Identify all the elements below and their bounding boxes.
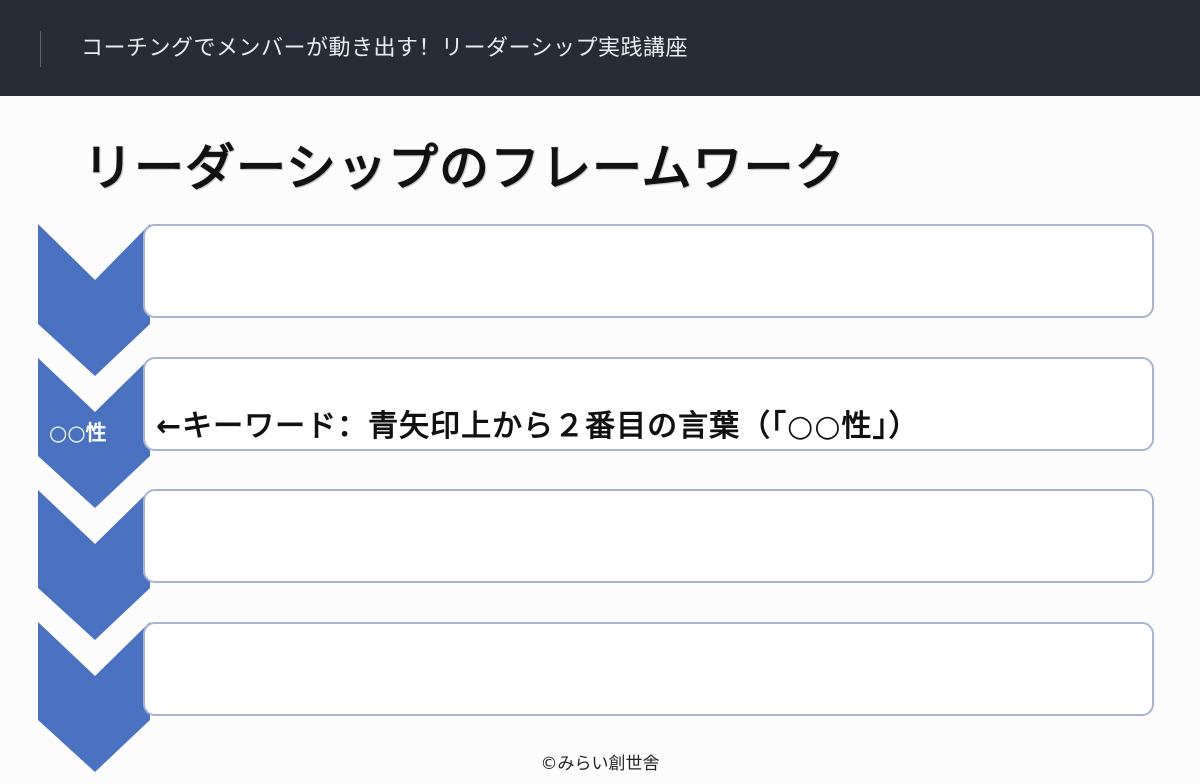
framework-box-4	[143, 622, 1154, 716]
framework-box-1	[143, 224, 1154, 318]
chevron-3	[38, 490, 150, 640]
keyword-note: ←キーワード：青矢印上から２番目の言葉（「○○性」）	[156, 409, 920, 444]
chevron-label: ○○性	[49, 421, 107, 445]
slide-heading: リーダーシップのフレームワーク	[83, 139, 846, 197]
chevron-4	[38, 622, 150, 772]
chevron-1	[38, 224, 150, 376]
header-divider	[40, 31, 41, 67]
framework-box-3	[143, 489, 1154, 583]
video-header-bar: コーチングでメンバーが動き出す！リーダーシップ実践講座	[0, 0, 1200, 96]
slide-content: リーダーシップのフレームワーク ○○性 ←キーワード：青矢印上から２番目の言葉（…	[0, 96, 1200, 784]
copyright-footer: ©みらい創世舎	[540, 754, 660, 774]
course-title: コーチングでメンバーが動き出す！リーダーシップ実践講座	[81, 36, 689, 61]
